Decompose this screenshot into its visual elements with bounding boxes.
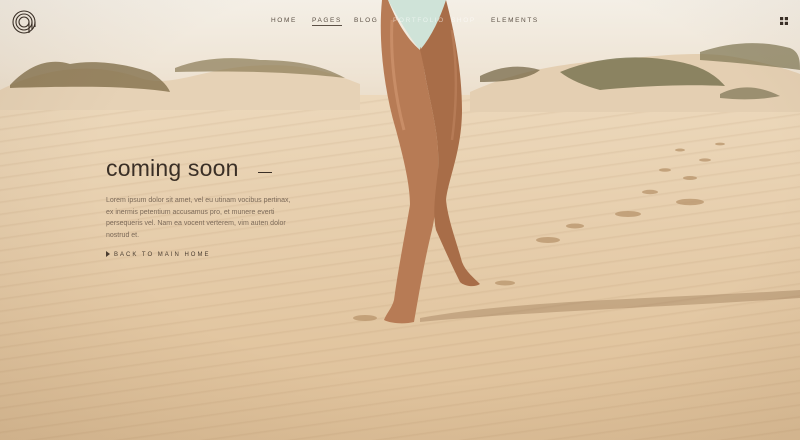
title-dash-decoration — [258, 172, 272, 174]
nav-item-portfolio[interactable]: Portfolio — [393, 17, 445, 24]
coming-soon-page: Home Pages Blog Portfolio Shop Elements … — [0, 0, 800, 440]
nav-item-shop[interactable]: Shop — [451, 17, 476, 24]
nav-item-blog[interactable]: Blog — [354, 17, 378, 24]
page-title: coming soon — [106, 155, 239, 181]
grid-menu-icon[interactable] — [780, 17, 788, 25]
nav-item-pages[interactable]: Pages — [312, 17, 342, 26]
back-link-label: BACK TO MAIN HOME — [114, 252, 211, 258]
main-navigation: Home Pages Blog Portfolio Shop Elements — [0, 17, 800, 29]
play-arrow-icon — [106, 251, 110, 257]
back-to-home-link[interactable]: BACK TO MAIN HOME — [106, 251, 210, 258]
hero-description: Lorem ipsum dolor sit amet, vel eu utina… — [106, 197, 291, 239]
nav-item-home[interactable]: Home — [271, 17, 297, 24]
nav-item-elements[interactable]: Elements — [491, 17, 539, 24]
